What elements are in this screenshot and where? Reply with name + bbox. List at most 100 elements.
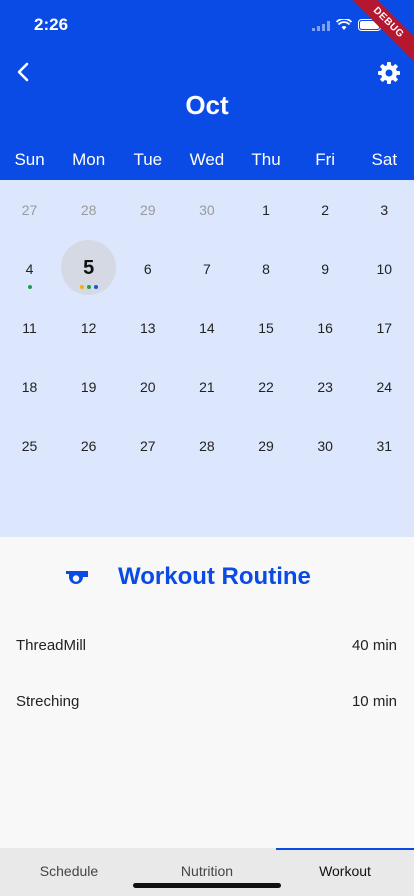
calendar-day[interactable]: 27	[0, 180, 59, 239]
calendar-day[interactable]: 4	[0, 239, 59, 298]
tab-schedule[interactable]: Schedule	[0, 848, 138, 896]
calendar-day[interactable]: 30	[296, 416, 355, 475]
event-dot	[27, 285, 32, 289]
tab-nutrition[interactable]: Nutrition	[138, 848, 276, 896]
day-number: 10	[376, 260, 393, 277]
month-title: Oct	[185, 90, 229, 120]
calendar-day[interactable]: 11	[0, 298, 59, 357]
calendar-day[interactable]: 15	[237, 298, 296, 357]
event-dot	[93, 285, 98, 289]
calendar-day[interactable]: 29	[118, 180, 177, 239]
calendar-day[interactable]: 23	[296, 357, 355, 416]
status-time: 2:26	[34, 15, 69, 34]
calendar-day[interactable]: 22	[237, 357, 296, 416]
day-number: 11	[22, 319, 37, 336]
calendar-day[interactable]: 14	[177, 298, 236, 357]
calendar-day[interactable]: 13	[118, 298, 177, 357]
calendar-day[interactable]: 7	[177, 239, 236, 298]
calendar-day[interactable]: 12	[59, 298, 118, 357]
calendar-day[interactable]: 27	[118, 416, 177, 475]
calendar-week-row: 18 19 20 21 22 23 24	[0, 357, 414, 416]
exercise-duration: 10 min	[351, 693, 397, 710]
calendar-day[interactable]: 3	[355, 180, 414, 239]
day-number: 27	[21, 201, 38, 218]
calendar-week-row: 27 28 29 30 1 2 3	[0, 180, 414, 239]
exercise-name: ThreadMill	[16, 637, 87, 654]
calendar-day[interactable]: 29	[237, 416, 296, 475]
calendar-day[interactable]: 20	[118, 357, 177, 416]
bottom-tab-bar: Schedule Nutrition Workout	[0, 848, 414, 896]
calendar-day[interactable]: 16	[296, 298, 355, 357]
day-number: 30	[317, 437, 333, 454]
calendar-week-row: 11 12 13 14 15 16 17	[0, 298, 414, 357]
day-number: 1	[262, 201, 270, 218]
day-number: 15	[258, 319, 274, 336]
day-number: 5	[83, 257, 95, 279]
calendar-day[interactable]: 31	[355, 416, 414, 475]
chevron-left-icon	[17, 62, 29, 82]
home-indicator	[133, 883, 281, 888]
weekday-label: Wed	[189, 150, 225, 169]
back-button[interactable]	[12, 60, 36, 84]
event-dot	[79, 285, 84, 289]
settings-button[interactable]	[376, 60, 402, 86]
calendar-day[interactable]: 17	[355, 298, 414, 357]
app-header: 2:26 DEBUG Oct Sun Mon Tue Wed Thu Fri S…	[0, 0, 414, 180]
day-number: 30	[199, 201, 215, 218]
day-number: 14	[199, 319, 215, 336]
calendar-day[interactable]: 2	[296, 180, 355, 239]
day-number: 16	[317, 319, 333, 336]
cellular-icon	[312, 18, 330, 36]
calendar-day[interactable]: 26	[59, 416, 118, 475]
day-number: 8	[262, 260, 270, 277]
calendar-grid: 27 28 29 30 1 2 3 4 5 6 7 8 9 10 11 12 13 14 15 16 17 18 19 20 2…	[0, 180, 414, 475]
weekday-header: Sun Mon Tue Wed Thu Fri Sat	[0, 150, 414, 170]
weekday-label: Mon	[72, 150, 106, 169]
calendar-day[interactable]: 19	[59, 357, 118, 416]
day-number: 3	[380, 201, 389, 218]
calendar-day[interactable]: 8	[237, 239, 296, 298]
calendar-day[interactable]: 28	[59, 180, 118, 239]
day-number: 31	[376, 437, 393, 454]
day-number: 9	[321, 260, 330, 277]
day-number: 29	[258, 437, 274, 454]
wifi-icon	[335, 18, 353, 36]
day-number: 6	[143, 260, 152, 277]
calendar-day[interactable]: 1	[237, 180, 296, 239]
day-number: 2	[321, 201, 330, 218]
day-number: 19	[80, 378, 97, 395]
calendar-week-row: 25 26 27 28 29 30 31	[0, 416, 414, 475]
exercise-name: Streching	[16, 693, 80, 710]
weekday-label: Tue	[133, 150, 163, 169]
calendar-day[interactable]: 18	[0, 357, 59, 416]
calendar-day[interactable]: 9	[296, 239, 355, 298]
weekday-label: Thu	[251, 150, 281, 169]
calendar-day[interactable]: 28	[177, 416, 236, 475]
exercise-duration: 40 min	[351, 637, 397, 654]
day-number: 17	[376, 319, 393, 336]
event-dots	[0, 285, 59, 289]
list-item[interactable]: Streching 10 min	[16, 693, 397, 710]
calendar-day-selected[interactable]: 5	[59, 239, 118, 298]
workout-routine-panel: Workout Routine ThreadMill 40 min Strech…	[0, 537, 414, 848]
day-number: 27	[140, 437, 156, 454]
calendar-day[interactable]: 21	[177, 357, 236, 416]
day-number: 24	[376, 378, 393, 395]
day-number: 26	[80, 437, 97, 454]
calendar-day[interactable]: 30	[177, 180, 236, 239]
calendar-day[interactable]: 25	[0, 416, 59, 475]
tab-workout[interactable]: Workout	[276, 848, 414, 896]
calendar-day[interactable]: 24	[355, 357, 414, 416]
calendar-day[interactable]: 6	[118, 239, 177, 298]
calendar: 27 28 29 30 1 2 3 4 5 6 7 8 9 10 11 12 13 14 15 16 17 18 19 20 2…	[0, 180, 414, 537]
day-number: 28	[199, 437, 215, 454]
day-number: 29	[140, 201, 156, 218]
calendar-week-row: 4 5 6 7 8 9 10	[0, 239, 414, 298]
calendar-day[interactable]: 10	[355, 239, 414, 298]
day-number: 4	[25, 260, 34, 277]
weekday-label: Sat	[371, 150, 398, 169]
list-item[interactable]: ThreadMill 40 min	[16, 637, 397, 654]
day-number: 23	[317, 378, 333, 395]
whistle-icon	[64, 568, 90, 588]
day-number: 28	[80, 201, 97, 218]
